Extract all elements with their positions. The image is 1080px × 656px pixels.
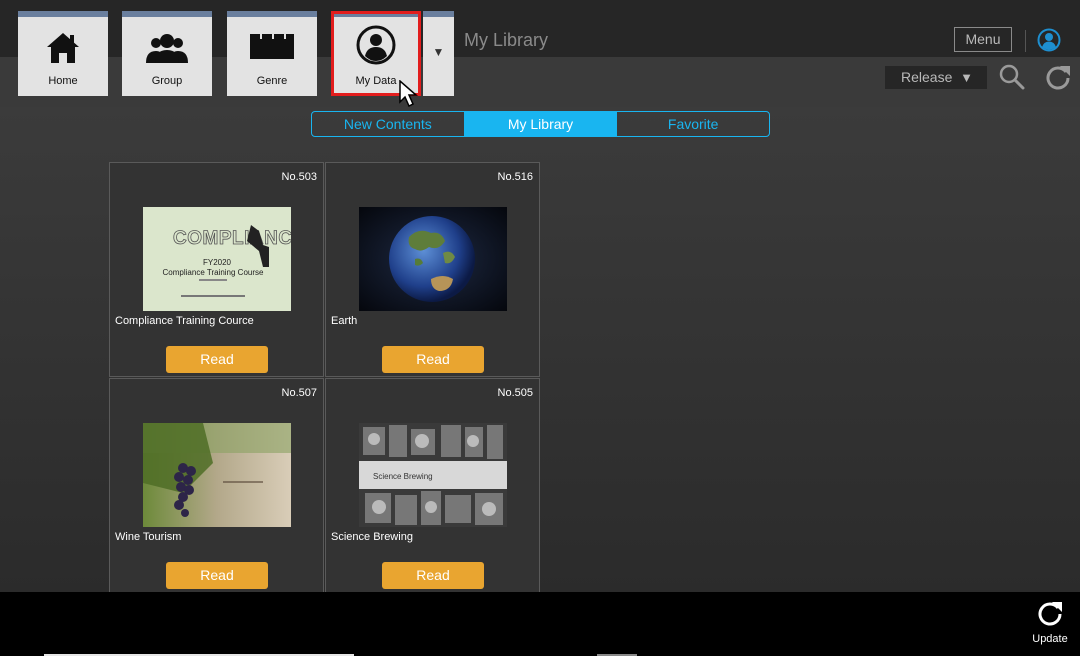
tab-new-contents[interactable]: New Contents: [312, 112, 464, 136]
chevron-down-icon: ▼: [960, 70, 973, 85]
content-card[interactable]: No.507 Wine Tourism Read: [109, 378, 324, 593]
content-number: No.516: [497, 171, 533, 183]
menu-button[interactable]: Menu: [954, 27, 1012, 52]
nav-tile-label: Group: [151, 75, 183, 87]
nav-tile-label: Home: [48, 75, 78, 87]
content-number: No.503: [281, 171, 317, 183]
refresh-icon[interactable]: [1045, 64, 1071, 95]
content-title: Compliance Training Cource: [115, 315, 254, 327]
read-button[interactable]: Read: [166, 562, 268, 589]
nav-tile-genre[interactable]: Genre: [227, 11, 317, 96]
release-filter-dropdown[interactable]: Release ▼: [885, 66, 987, 89]
content-thumbnail: COMPLIANCE FY2020 Compliance Training Co…: [143, 207, 291, 311]
divider: [1025, 30, 1026, 52]
library-segmented-control: New Contents My Library Favorite: [311, 111, 770, 137]
thumbnail-banner: Science Brewing: [373, 472, 433, 481]
bottom-app-bar: [0, 592, 1080, 656]
thumbnail-heading: COMPLIANCE: [173, 228, 291, 249]
user-account-icon[interactable]: [1037, 28, 1061, 57]
content-thumbnail: Science Brewing: [359, 423, 507, 527]
content-card[interactable]: No.516 Earth Read: [325, 162, 540, 377]
read-button[interactable]: Read: [166, 346, 268, 373]
search-icon[interactable]: [999, 64, 1025, 95]
nav-more-dropdown[interactable]: ▼: [423, 11, 454, 96]
mouse-cursor-icon: [399, 79, 421, 113]
content-thumbnail: [143, 423, 291, 527]
content-number: No.505: [497, 387, 533, 399]
nav-tile-label: Genre: [256, 75, 288, 87]
group-icon: [146, 34, 188, 63]
nav-tile-group[interactable]: Group: [122, 11, 212, 96]
read-button[interactable]: Read: [382, 346, 484, 373]
content-card[interactable]: No.505 Science Brewing Science Brewing R…: [325, 378, 540, 593]
person-icon: [356, 25, 396, 65]
release-filter-value: Release: [901, 69, 953, 85]
content-title: Earth: [331, 315, 358, 327]
thumbnail-line: Compliance Training Course: [163, 268, 264, 277]
nav-tile-home[interactable]: Home: [18, 11, 108, 96]
tab-favorite[interactable]: Favorite: [616, 112, 769, 136]
content-title: Science Brewing: [331, 531, 413, 543]
refresh-icon: [1038, 602, 1062, 626]
content-card[interactable]: No.503 COMPLIANCE FY2020 Compliance Trai…: [109, 162, 324, 377]
tab-my-library[interactable]: My Library: [463, 112, 617, 136]
thumbnail-line: FY2020: [203, 258, 232, 267]
home-icon: [47, 33, 79, 63]
genre-icon: [250, 34, 294, 59]
content-title: Wine Tourism: [115, 531, 182, 543]
content-thumbnail: [359, 207, 507, 311]
update-label: Update: [1032, 633, 1068, 645]
content-number: No.507: [281, 387, 317, 399]
read-button[interactable]: Read: [382, 562, 484, 589]
page-title: My Library: [464, 30, 549, 50]
update-button[interactable]: Update: [1025, 600, 1075, 645]
